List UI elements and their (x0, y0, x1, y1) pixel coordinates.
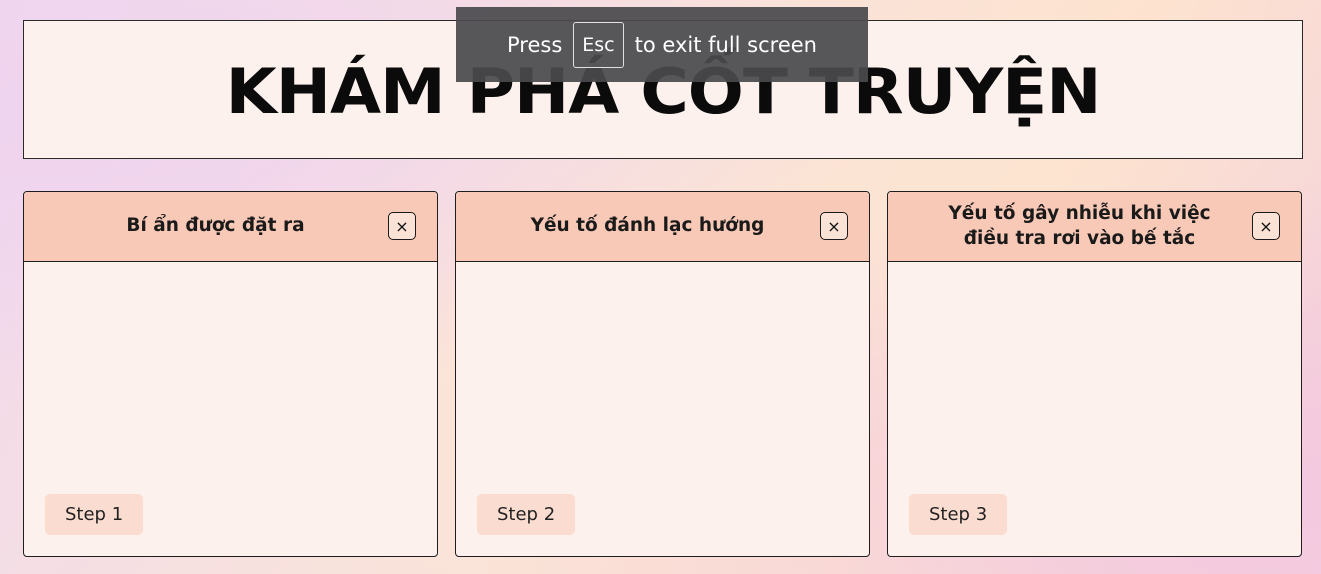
story-card-1: Bí ẩn được đặt ra × Step 1 (23, 191, 438, 557)
story-card-2: Yếu tố đánh lạc hướng × Step 2 (455, 191, 870, 557)
story-card-3: Yếu tố gây nhiễu khi việc điều tra rơi v… (887, 191, 1302, 557)
card-title: Yếu tố đánh lạc hướng (530, 215, 765, 237)
step-badge: Step 1 (45, 494, 144, 535)
close-icon[interactable]: × (1252, 212, 1280, 240)
card-header: Yếu tố đánh lạc hướng × (456, 192, 869, 262)
card-header: Yếu tố gây nhiễu khi việc điều tra rơi v… (888, 192, 1301, 262)
fullscreen-press-text: Press (507, 32, 563, 57)
close-icon[interactable]: × (820, 212, 848, 240)
card-header: Bí ẩn được đặt ra × (24, 192, 437, 262)
step-badge: Step 3 (909, 494, 1008, 535)
card-title: Yếu tố gây nhiễu khi việc điều tra rơi v… (948, 203, 1211, 249)
close-icon[interactable]: × (388, 212, 416, 240)
fullscreen-exit-text: to exit full screen (634, 32, 817, 57)
esc-key-badge: Esc (573, 21, 624, 68)
fullscreen-notice: Press Esc to exit full screen (456, 7, 868, 82)
step-badge: Step 2 (477, 494, 576, 535)
card-title: Bí ẩn được đặt ra (126, 215, 305, 237)
